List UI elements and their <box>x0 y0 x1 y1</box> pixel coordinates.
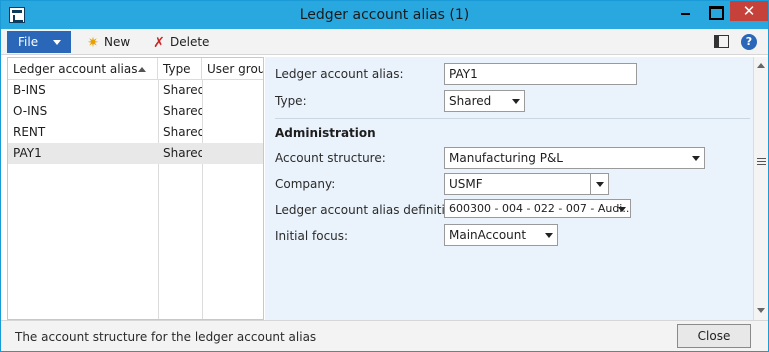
user-group-cell <box>202 122 263 143</box>
chevron-down-icon <box>692 156 700 161</box>
status-bar: The account structure for the ledger acc… <box>1 320 768 351</box>
file-menu-button[interactable]: File <box>7 31 71 53</box>
type-select[interactable]: Shared <box>444 90 525 112</box>
ledger-account-alias-window: Ledger account alias (1) ✕ File ✷ New ✗ De… <box>0 0 769 352</box>
chevron-down-icon <box>596 182 604 187</box>
alias-definition-field[interactable]: 600300 - 004 - 022 - 007 - Audi... <box>444 199 631 218</box>
company-dropdown-button[interactable] <box>590 174 608 194</box>
company-value: USMF <box>449 177 483 191</box>
alias-cell: RENT <box>13 125 46 139</box>
type-select-value: Shared <box>449 94 492 108</box>
action-toolbar: File ✷ New ✗ Delete ? <box>1 29 768 55</box>
scroll-up-icon[interactable] <box>757 63 765 68</box>
alias-label: Ledger account alias: <box>275 67 404 81</box>
initial-focus-label: Initial focus: <box>275 229 349 243</box>
chevron-down-icon <box>53 40 61 45</box>
alias-definition-label: Ledger account alias definition: <box>275 203 464 217</box>
scroll-grip-icon[interactable] <box>757 158 766 165</box>
table-row-selected[interactable]: PAY1 Shared <box>8 143 263 164</box>
column-header-type[interactable]: Type <box>158 58 202 80</box>
initial-focus-value: MainAccount <box>449 228 527 242</box>
type-cell: Shared <box>163 83 202 97</box>
alias-grid: Ledger account alias Type User group B-I… <box>7 57 264 320</box>
type-label: Type: <box>275 94 307 108</box>
company-select[interactable]: USMF <box>444 173 609 195</box>
chevron-down-icon <box>545 233 553 238</box>
alias-input[interactable]: PAY1 <box>444 63 637 85</box>
file-menu-label: File <box>18 35 39 49</box>
column-header-user-group[interactable]: User group <box>202 58 263 80</box>
type-cell: Shared <box>163 146 202 160</box>
delete-button[interactable]: ✗ Delete <box>151 33 209 51</box>
alias-cell: O-INS <box>13 104 48 118</box>
new-star-icon: ✷ <box>87 34 99 51</box>
initial-focus-select[interactable]: MainAccount <box>444 224 558 246</box>
column-header-alias[interactable]: Ledger account alias <box>8 58 158 80</box>
chevron-down-icon <box>512 99 520 104</box>
grid-header: Ledger account alias Type User group <box>8 58 263 80</box>
section-divider <box>275 118 750 119</box>
delete-x-icon: ✗ <box>153 34 165 51</box>
user-group-cell <box>202 101 263 122</box>
alias-cell: PAY1 <box>13 146 42 160</box>
account-structure-value: Manufacturing P&L <box>449 151 563 165</box>
user-group-cell <box>202 80 263 101</box>
alias-definition-value: 600300 - 004 - 022 - 007 - Audi... <box>449 202 631 215</box>
scroll-down-icon[interactable] <box>757 308 765 313</box>
close-window-button[interactable]: ✕ <box>730 1 768 21</box>
new-button[interactable]: ✷ New <box>85 33 130 51</box>
status-text: The account structure for the ledger acc… <box>15 330 317 344</box>
chevron-down-icon <box>618 207 626 212</box>
sort-ascending-icon <box>138 67 146 72</box>
company-label: Company: <box>275 177 336 191</box>
delete-button-label: Delete <box>170 35 210 49</box>
detail-scrollbar[interactable] <box>753 57 768 320</box>
window-title: Ledger account alias (1) <box>299 7 470 23</box>
close-button[interactable]: Close <box>677 324 751 348</box>
maximize-button[interactable] <box>700 1 730 21</box>
table-row[interactable]: B-INS Shared <box>8 80 263 101</box>
type-cell: Shared <box>163 125 202 139</box>
account-structure-select[interactable]: Manufacturing P&L <box>444 147 705 169</box>
minimize-button[interactable] <box>670 1 700 21</box>
table-row[interactable]: RENT Shared <box>8 122 263 143</box>
administration-heading: Administration <box>275 126 376 140</box>
user-group-cell <box>202 143 263 164</box>
type-cell: Shared <box>163 104 202 118</box>
alias-cell: B-INS <box>13 83 46 97</box>
title-bar: Ledger account alias (1) ✕ <box>1 1 768 29</box>
new-button-label: New <box>104 35 131 49</box>
layout-icon[interactable] <box>714 35 729 48</box>
help-icon[interactable]: ? <box>741 34 757 50</box>
table-row[interactable]: O-INS Shared <box>8 101 263 122</box>
account-structure-label: Account structure: <box>275 151 386 165</box>
